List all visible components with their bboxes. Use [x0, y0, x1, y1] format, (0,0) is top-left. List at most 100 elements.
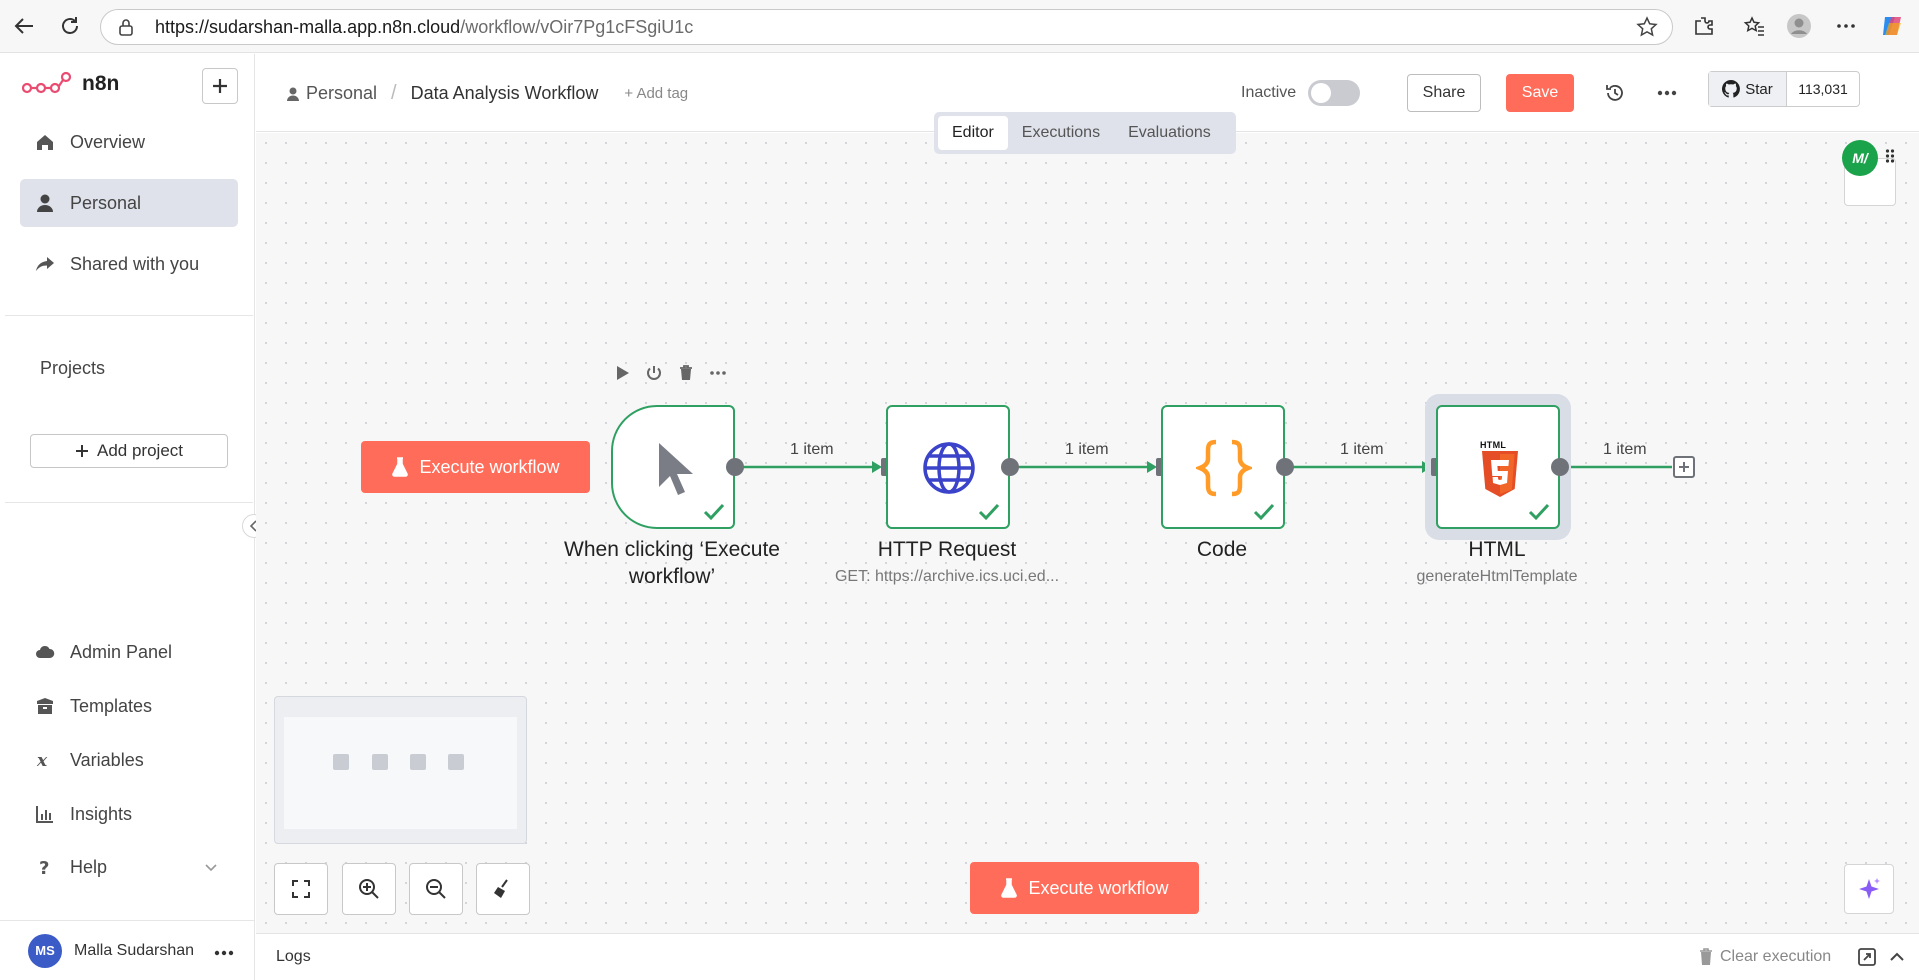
svg-text:x: x	[36, 751, 48, 770]
tab-evaluations[interactable]: Evaluations	[1114, 116, 1225, 150]
copilot-icon[interactable]	[1878, 12, 1906, 40]
avatar: MS	[28, 933, 62, 968]
zoom-in-button[interactable]	[342, 863, 396, 915]
sidebar-divider	[5, 315, 253, 316]
cursor-icon	[659, 443, 693, 495]
extensions-icon[interactable]	[1690, 12, 1718, 40]
save-button[interactable]: Save	[1506, 74, 1574, 112]
address-bar[interactable]: https://sudarshan-malla.app.n8n.cloud/wo…	[100, 9, 1673, 45]
node-code[interactable]	[1161, 405, 1285, 529]
nav-variables[interactable]: x Variables	[20, 736, 238, 784]
nav-templates[interactable]: Templates	[20, 682, 238, 730]
nav-insights[interactable]: Insights	[20, 790, 238, 838]
add-tag-link[interactable]: + Add tag	[624, 85, 688, 102]
github-icon	[1722, 80, 1741, 98]
fit-view-button[interactable]	[274, 863, 328, 915]
execute-workflow-button[interactable]: Execute workflow	[361, 441, 590, 493]
logs-label[interactable]: Logs	[276, 948, 311, 966]
nav-shared-with-you[interactable]: Shared with you	[20, 240, 238, 288]
user-icon	[287, 87, 299, 101]
minimap-node	[333, 754, 349, 770]
github-star-label: Star	[1745, 80, 1773, 98]
edge-item-count: 1 item	[790, 441, 834, 458]
github-star[interactable]: Star	[1709, 72, 1787, 106]
reload-icon[interactable]	[56, 12, 84, 40]
nav-admin-panel-label: Admin Panel	[70, 641, 173, 662]
workflow-title[interactable]: Data Analysis Workflow	[411, 83, 599, 104]
trash-icon[interactable]	[677, 364, 695, 382]
node-more-icon[interactable]	[709, 364, 727, 382]
browser-toolbar: https://sudarshan-malla.app.n8n.cloud/wo…	[0, 0, 1919, 53]
node-html[interactable]: HTML	[1436, 405, 1560, 529]
zoom-out-button[interactable]	[409, 863, 463, 915]
execute-workflow-bottom-label: Execute workflow	[1028, 877, 1169, 898]
browser-menu-icon[interactable]	[1832, 12, 1860, 40]
zoom-out-icon	[426, 879, 446, 899]
add-project-button[interactable]: Add project	[30, 434, 228, 468]
n8n-logo-icon	[22, 71, 72, 94]
user-menu[interactable]: MS Malla Sudarshan	[0, 920, 254, 980]
chevron-down-icon	[205, 864, 217, 872]
clear-execution-button[interactable]: Clear execution	[1698, 948, 1831, 966]
globe-icon	[923, 442, 975, 494]
help-icon: ?	[34, 856, 56, 878]
create-button[interactable]	[202, 68, 238, 104]
node-http-request-subtitle: GET: https://archive.ics.uci.ed...	[834, 568, 1060, 585]
logs-panel: Logs Clear execution	[256, 933, 1919, 980]
edge-item-count: 1 item	[1340, 441, 1384, 458]
add-node-button[interactable]	[1673, 456, 1695, 478]
breadcrumb-personal[interactable]: Personal	[286, 83, 377, 104]
github-star-count[interactable]: 113,031	[1787, 72, 1859, 106]
favorites-icon[interactable]	[1740, 12, 1768, 40]
bookmark-star-icon[interactable]	[1636, 16, 1658, 38]
back-arrow-icon[interactable]	[10, 12, 38, 40]
projects-heading: Projects	[40, 358, 106, 378]
more-options-icon[interactable]	[1652, 78, 1682, 108]
trash-icon	[1700, 948, 1712, 965]
nav-overview[interactable]: Overview	[20, 118, 238, 166]
output-handle[interactable]	[1276, 458, 1294, 476]
nav-personal[interactable]: Personal	[20, 179, 238, 227]
chevron-up-icon[interactable]	[1886, 946, 1908, 968]
flask-icon	[1001, 878, 1018, 898]
cloud-icon	[34, 641, 56, 663]
nav-help[interactable]: ? Help	[20, 843, 238, 891]
tab-executions[interactable]: Executions	[1008, 116, 1114, 150]
power-icon[interactable]	[645, 364, 663, 382]
nav-insights-label: Insights	[70, 803, 133, 824]
tab-editor[interactable]: Editor	[938, 116, 1008, 150]
play-icon[interactable]	[613, 364, 631, 382]
home-icon	[34, 131, 56, 153]
active-toggle[interactable]	[1308, 80, 1360, 106]
user-more-icon[interactable]	[214, 939, 234, 962]
github-star-button[interactable]: Star 113,031	[1708, 71, 1860, 107]
output-handle[interactable]	[1551, 458, 1569, 476]
breadcrumb: Personal / Data Analysis Workflow + Add …	[286, 82, 688, 105]
share-button[interactable]: Share	[1407, 74, 1481, 112]
history-icon[interactable]	[1600, 78, 1630, 108]
n8n-logo[interactable]: n8n	[22, 70, 119, 98]
output-handle[interactable]	[726, 458, 744, 476]
html5-badge-text: HTML	[1480, 440, 1507, 450]
profile-icon[interactable]	[1785, 12, 1813, 40]
plus-icon	[213, 79, 227, 93]
popout-icon[interactable]	[1856, 946, 1878, 968]
node-manual-trigger[interactable]	[611, 405, 735, 529]
execute-workflow-bottom-button[interactable]: Execute workflow	[970, 862, 1199, 914]
lock-icon	[119, 19, 133, 36]
output-handle[interactable]	[1001, 458, 1019, 476]
url-path: /workflow/vOir7Pg1cFSgiU1c	[460, 16, 694, 37]
drag-handle-icon[interactable]	[1885, 148, 1895, 167]
node-toolbar	[613, 364, 727, 382]
node-http-request[interactable]	[886, 405, 1010, 529]
breadcrumb-personal-label: Personal	[306, 83, 378, 103]
code-braces-icon	[1196, 439, 1252, 497]
success-check-icon	[978, 503, 1000, 521]
tidy-up-button[interactable]	[476, 863, 530, 915]
html5-icon	[1482, 451, 1518, 497]
box-icon	[34, 695, 56, 717]
success-check-icon	[1253, 503, 1275, 521]
ai-assistant-button[interactable]	[1844, 864, 1894, 914]
minimap[interactable]	[274, 696, 527, 844]
nav-admin-panel[interactable]: Admin Panel	[20, 628, 238, 676]
